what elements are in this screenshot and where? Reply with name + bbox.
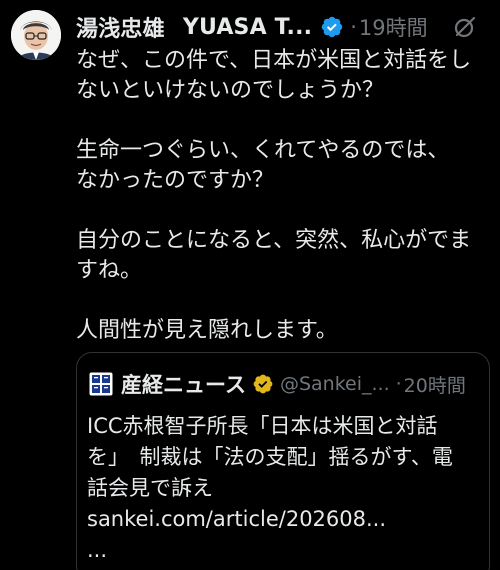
quoted-timestamp[interactable]: 20時間 bbox=[404, 371, 466, 398]
quoted-separator-dot: · bbox=[395, 373, 402, 395]
author-name-latin[interactable]: YUASA T... bbox=[183, 15, 312, 40]
author-display-name[interactable]: 湯浅忠雄 bbox=[76, 11, 165, 43]
quoted-article-link[interactable]: sankei.com/article/202608... bbox=[87, 504, 481, 535]
quoted-text-ellipsis: ... bbox=[87, 538, 108, 562]
tweet-paragraph: なぜ、この件で、日本が米国と対話をし ないといけないのでしょうか？ bbox=[76, 48, 472, 103]
avatar-portrait bbox=[11, 10, 61, 60]
tweet-paragraph: 生命一つぐらい、くれてやるのでは、 なかったのですか？ bbox=[76, 138, 450, 193]
tweet-header: 湯浅忠雄 YUASA T... · 19時間 bbox=[76, 10, 488, 44]
verified-badge-icon bbox=[321, 16, 343, 38]
quoted-handle[interactable]: @Sankei_... bbox=[280, 373, 390, 395]
quoted-tweet-header: 産経ニュース @Sankei_... · 20時間 bbox=[89, 367, 479, 401]
tweet-timestamp[interactable]: 19時間 bbox=[359, 12, 428, 42]
quoted-text-line: ICC赤根智子所長「日本は米国と対話 bbox=[87, 414, 438, 438]
quoted-text-line: 話会見で訴え bbox=[87, 476, 213, 500]
tweet-text: なぜ、この件で、日本が米国と対話をし ないといけないのでしょうか？ 生命一つぐら… bbox=[76, 46, 494, 346]
tweet-paragraph: 自分のことになると、突然、私心がでま すね。 bbox=[76, 228, 472, 283]
quoted-source-name[interactable]: 産経ニュース bbox=[121, 369, 246, 399]
quoted-tweet[interactable]: 産経ニュース @Sankei_... · 20時間 ICC赤根智子所長「日本は米… bbox=[76, 352, 490, 570]
sankei-logo-icon bbox=[89, 372, 113, 396]
quoted-text-line: を」 制裁は「法の支配」揺るがす、電 bbox=[87, 445, 453, 469]
grok-slash-icon[interactable] bbox=[452, 14, 478, 40]
tweet-paragraph: 人間性が見え隠れします。 bbox=[76, 318, 338, 343]
tweet: 湯浅忠雄 YUASA T... · 19時間 なぜ、この件で、日本が米国と対話を… bbox=[0, 0, 500, 570]
avatar[interactable] bbox=[11, 10, 61, 60]
quoted-tweet-text: ICC赤根智子所長「日本は米国と対話 を」 制裁は「法の支配」揺るがす、電 話会… bbox=[87, 411, 481, 566]
gold-verified-badge-icon bbox=[253, 374, 273, 394]
separator-dot: · bbox=[350, 15, 357, 39]
